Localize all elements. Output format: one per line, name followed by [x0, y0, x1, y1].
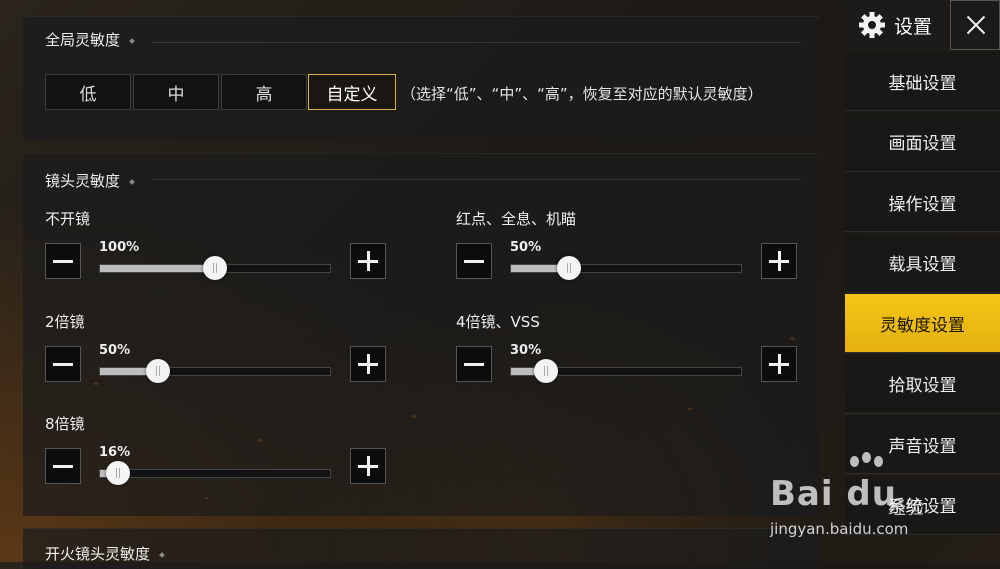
slider-value: 30% [510, 343, 542, 358]
slider-value: 16% [99, 445, 131, 460]
slider-track[interactable] [99, 256, 331, 280]
slider-track[interactable] [99, 461, 331, 485]
slider-label: 8倍镜 [45, 415, 85, 433]
slider-8x-scope: 8倍镜 16% [45, 413, 395, 493]
settings-header: 设置 [845, 0, 945, 50]
title-divider [151, 42, 801, 43]
settings-title: 设置 [893, 15, 932, 38]
preset-low-button[interactable]: 低 [45, 74, 131, 110]
nav-vehicle-settings[interactable]: 载具设置 [845, 233, 1000, 293]
decrease-button[interactable] [45, 346, 81, 382]
diamond-icon [129, 178, 135, 185]
increase-button[interactable] [350, 243, 386, 279]
slider-handle[interactable] [533, 359, 558, 383]
close-button[interactable] [950, 0, 1000, 50]
title-divider [151, 179, 801, 180]
fire-lens-sensitivity-title: 开火镜头灵敏度 [45, 543, 165, 564]
slider-fill [100, 265, 215, 272]
slider-label: 2倍镜 [45, 313, 85, 331]
fire-lens-sensitivity-panel: 开火镜头灵敏度 [23, 528, 820, 569]
diamond-icon [129, 37, 135, 44]
slider-value: 50% [510, 240, 542, 255]
nav-basic-settings[interactable]: 基础设置 [845, 52, 1000, 111]
slider-track[interactable] [510, 359, 742, 383]
preset-high-button[interactable]: 高 [221, 74, 307, 110]
plus-icon-stroke [777, 354, 781, 374]
increase-button[interactable] [761, 243, 797, 279]
minus-icon [464, 362, 484, 366]
plus-icon-stroke [366, 251, 370, 271]
slider-2x-scope: 2倍镜 50% [45, 311, 395, 391]
slider-handle[interactable] [556, 256, 581, 280]
watermark-jingyan: 经验 [888, 498, 924, 519]
minus-icon [53, 464, 73, 468]
slider-handle[interactable] [145, 359, 170, 383]
decrease-button[interactable] [45, 448, 81, 484]
gear-icon [858, 12, 885, 38]
slider-red-dot-holo-iron: 红点、全息、机瞄 50% [456, 208, 806, 288]
preset-hint: （选择“低”、“中”、“高”，恢复至对应的默认灵敏度） [401, 85, 763, 103]
nav-sensitivity-settings[interactable]: 灵敏度设置 [845, 294, 1000, 353]
plus-icon-stroke [366, 354, 370, 374]
slider-label: 不开镜 [45, 210, 91, 228]
slider-label: 4倍镜、VSS [456, 313, 540, 331]
decrease-button[interactable] [456, 243, 492, 279]
minus-icon [53, 259, 73, 263]
slider-handle[interactable] [203, 256, 227, 280]
decrease-button[interactable] [456, 346, 492, 382]
global-sensitivity-title: 全局灵敏度 [45, 29, 135, 50]
baidu-logo: Bai du [770, 474, 897, 514]
nav-pickup-settings[interactable]: 拾取设置 [845, 354, 1000, 414]
diamond-icon [159, 551, 165, 558]
preset-custom-button[interactable]: 自定义 [308, 74, 396, 110]
slider-track[interactable] [510, 256, 742, 280]
lens-sensitivity-title: 镜头灵敏度 [45, 170, 135, 191]
slider-handle[interactable] [106, 461, 131, 485]
slider-value: 50% [99, 343, 131, 358]
global-sensitivity-panel: 全局灵敏度 低 中 高 自定义 （选择“低”、“中”、“高”，恢复至对应的默认灵… [23, 16, 820, 141]
slider-track[interactable] [99, 359, 331, 383]
preset-medium-button[interactable]: 中 [133, 74, 219, 110]
watermark-url: jingyan.baidu.com [770, 520, 909, 538]
decrease-button[interactable] [45, 243, 81, 279]
plus-icon-stroke [777, 251, 781, 271]
increase-button[interactable] [350, 346, 386, 382]
minus-icon [464, 259, 484, 263]
slider-4x-scope-vss: 4倍镜、VSS 30% [456, 311, 806, 391]
increase-button[interactable] [761, 346, 797, 382]
slider-no-scope: 不开镜 100% [45, 208, 395, 288]
nav-controls-settings[interactable]: 操作设置 [845, 173, 1000, 232]
slider-label: 红点、全息、机瞄 [456, 210, 577, 228]
increase-button[interactable] [350, 448, 386, 484]
plus-icon-stroke [366, 456, 370, 476]
minus-icon [53, 362, 73, 366]
lens-sensitivity-panel: 镜头灵敏度 不开镜 100% 红点、全息、机瞄 50% 2倍镜 50% 4倍镜、VSS 30%… [23, 153, 820, 516]
baidu-watermark: Bai du 经验 jingyan.baidu.com [770, 452, 950, 552]
slider-value: 100% [99, 240, 140, 255]
nav-display-settings[interactable]: 画面设置 [845, 112, 1000, 172]
